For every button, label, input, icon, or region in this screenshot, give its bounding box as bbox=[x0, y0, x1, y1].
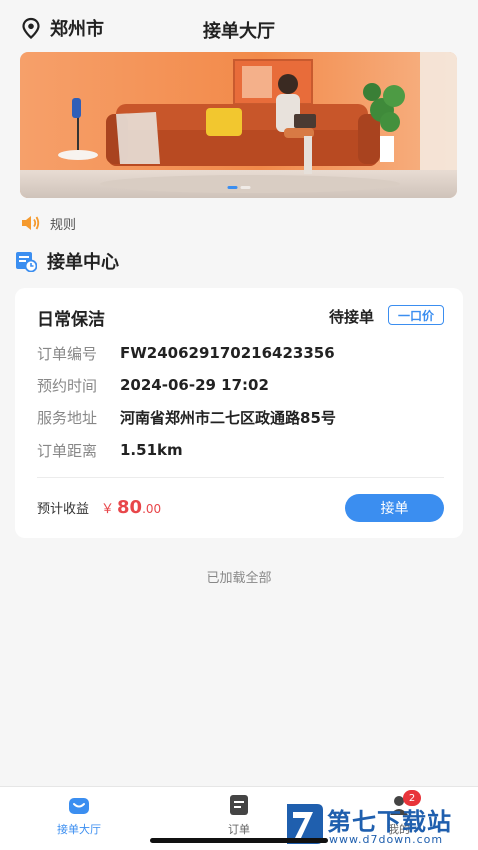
currency-symbol: ￥ bbox=[101, 501, 115, 517]
home-indicator bbox=[150, 838, 328, 843]
order-number-row: 订单编号 FW240629170216423356 bbox=[37, 342, 335, 364]
tab-label: 订单 bbox=[228, 823, 250, 836]
order-number: FW240629170216423356 bbox=[120, 344, 335, 362]
accept-order-button[interactable]: 接单 bbox=[345, 494, 444, 522]
order-card[interactable]: 日常保洁 待接单 一口价 订单编号 FW240629170216423356 预… bbox=[15, 288, 463, 538]
section-header: 接单中心 bbox=[15, 248, 119, 274]
rules-notice[interactable]: 规则 bbox=[20, 213, 76, 233]
watermark-name: 第七下载站 bbox=[327, 808, 452, 836]
promo-banner[interactable] bbox=[20, 52, 457, 198]
appointment-time: 2024-06-29 17:02 bbox=[120, 376, 269, 394]
field-label: 订单距离 bbox=[37, 441, 98, 460]
banner-dot-1[interactable] bbox=[227, 186, 237, 189]
earnings-amount: 80 bbox=[117, 496, 143, 518]
banner-dot-2[interactable] bbox=[240, 186, 250, 189]
watermark-url: www.d7down.com bbox=[329, 833, 444, 846]
rules-label: 规则 bbox=[50, 217, 77, 233]
order-status: 待接单 bbox=[329, 308, 375, 326]
earnings-label: 预计收益 bbox=[37, 501, 90, 517]
section-title: 接单中心 bbox=[47, 252, 119, 273]
hall-icon bbox=[69, 798, 89, 814]
tab-label: 接单大厅 bbox=[57, 823, 101, 836]
order-center-icon bbox=[16, 252, 37, 272]
service-name: 日常保洁 bbox=[37, 310, 105, 330]
estimated-earnings: 预计收益 ￥ 80 .00 bbox=[37, 496, 161, 518]
appointment-time-row: 预约时间 2024-06-29 17:02 bbox=[37, 374, 269, 396]
tab-hall[interactable]: 接单大厅 bbox=[39, 793, 119, 837]
page-title: 接单大厅 bbox=[203, 21, 275, 42]
speaker-icon bbox=[22, 216, 40, 230]
top-bar: 郑州市 接单大厅 bbox=[0, 0, 478, 52]
field-label: 预约时间 bbox=[37, 376, 98, 395]
banner-pagination bbox=[227, 186, 250, 189]
list-end-text: 已加载全部 bbox=[206, 571, 272, 586]
order-distance: 1.51km bbox=[120, 441, 183, 459]
field-label: 服务地址 bbox=[37, 408, 98, 427]
service-address: 河南省郑州市二七区政通路85号 bbox=[120, 408, 336, 427]
card-divider bbox=[37, 477, 444, 478]
price-type-badge: 一口价 bbox=[388, 305, 444, 325]
banner-image bbox=[20, 52, 457, 198]
tab-orders[interactable]: 订单 bbox=[199, 793, 279, 837]
earnings-decimal: .00 bbox=[142, 502, 162, 516]
order-list-icon bbox=[230, 795, 248, 815]
field-label: 订单编号 bbox=[37, 344, 98, 363]
service-address-row: 服务地址 河南省郑州市二七区政通路85号 bbox=[37, 406, 336, 428]
order-distance-row: 订单距离 1.51km bbox=[37, 439, 183, 461]
